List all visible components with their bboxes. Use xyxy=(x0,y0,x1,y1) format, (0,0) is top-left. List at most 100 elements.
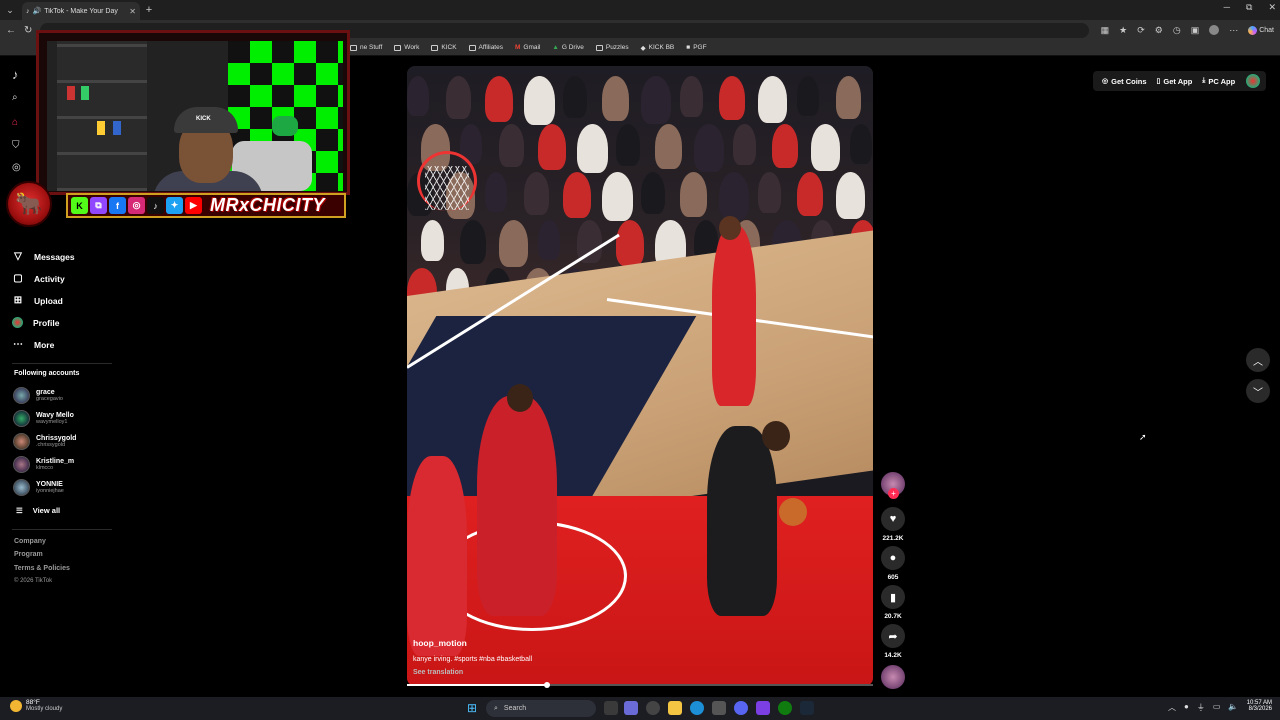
bookmark-label: ne Stuff xyxy=(360,44,383,51)
taskbar-clock[interactable]: 10:57 AM 8/3/2026 xyxy=(1240,700,1272,712)
home-icon[interactable]: ⌂ xyxy=(12,117,26,131)
share-button[interactable]: ➦ xyxy=(881,624,905,648)
bookmark-item[interactable]: ■ PGF xyxy=(686,44,706,51)
file-explorer-icon[interactable] xyxy=(668,701,682,715)
like-button[interactable]: ♥ xyxy=(881,507,905,531)
controller-icon xyxy=(272,116,298,136)
video-progress-bar[interactable] xyxy=(407,682,873,688)
chevron-up-icon: ︿ xyxy=(1253,356,1263,368)
sidebar-item-more[interactable]: ⋯ More xyxy=(12,339,54,350)
follow-plus-icon[interactable]: + xyxy=(888,488,899,499)
get-coins-button[interactable]: ◎ Get Coins xyxy=(1099,77,1150,86)
back-arrow-icon[interactable]: ← xyxy=(6,25,16,36)
bookmark-item[interactable]: ▲ G Drive xyxy=(552,44,583,51)
messages-icon: ▽ xyxy=(14,251,22,262)
sidebar-item-messages[interactable]: ▽ Messages xyxy=(12,251,75,262)
app-available-icon[interactable]: ▦ xyxy=(1101,25,1110,36)
profile-avatar-icon[interactable] xyxy=(1209,25,1220,35)
reload-icon[interactable]: ↻ xyxy=(24,25,32,36)
browser-tab-tiktok[interactable]: ♪ 🔊 TikTok - Make Your Day ✕ xyxy=(22,2,140,20)
following-account-item[interactable]: YONNIE iyonniejhae xyxy=(13,479,64,496)
progress-knob[interactable] xyxy=(543,682,550,688)
shop-icon[interactable]: ⛉ xyxy=(12,140,26,154)
collections-icon[interactable]: ▣ xyxy=(1191,25,1200,36)
copilot-chat-button[interactable]: Chat xyxy=(1248,25,1274,35)
taskbar-search[interactable]: ⌕ Search xyxy=(486,700,596,717)
account-handle: wavymelloy1 xyxy=(36,419,68,425)
tab-close-icon[interactable]: ✕ xyxy=(129,7,136,16)
explore-icon[interactable]: ◎ xyxy=(12,162,26,176)
twitch-icon: ⧉ xyxy=(90,197,107,214)
view-all-button[interactable]: ☰ View all xyxy=(16,506,60,515)
video-player[interactable] xyxy=(407,66,873,686)
search-icon[interactable]: ⌕ xyxy=(12,92,26,106)
xbox-icon[interactable] xyxy=(778,701,792,715)
history-icon[interactable]: ◷ xyxy=(1173,25,1181,36)
tab-actions-menu[interactable]: ⌄ xyxy=(0,0,20,20)
volume-icon[interactable]: 🔈 xyxy=(1228,702,1238,713)
app-icon[interactable] xyxy=(756,701,770,715)
sound-disc-avatar[interactable] xyxy=(881,665,905,689)
webcam-feed: KICK xyxy=(47,41,343,191)
comment-button[interactable]: ● xyxy=(881,546,905,570)
windows-start-icon[interactable]: ⊞ xyxy=(467,701,477,715)
weather-widget[interactable]: 88°F Mostly cloudy xyxy=(10,699,62,712)
restore-button[interactable]: ⧉ xyxy=(1246,2,1252,13)
bookmark-item[interactable]: ne Stuff xyxy=(350,44,382,51)
sidebar-item-activity[interactable]: ▢ Activity xyxy=(12,273,64,284)
display-icon[interactable]: ▭ xyxy=(1213,702,1221,713)
bookmark-item[interactable]: KICK xyxy=(431,44,457,51)
previous-video-button[interactable]: ︿ xyxy=(1246,348,1270,372)
bookmark-item[interactable]: Puzzles xyxy=(595,44,629,51)
video-author-username[interactable]: hoop_motion xyxy=(413,638,467,648)
footer-link-company[interactable]: Company xyxy=(14,538,46,545)
steam-icon[interactable] xyxy=(800,701,814,715)
refresh-extension-icon[interactable]: ⟳ xyxy=(1137,25,1145,36)
favorite-star-icon[interactable]: ★ xyxy=(1119,25,1127,36)
footer-link-program[interactable]: Program xyxy=(14,551,43,558)
user-avatar[interactable] xyxy=(1246,74,1261,88)
store-icon[interactable] xyxy=(712,701,726,715)
close-window-button[interactable]: ✕ xyxy=(1268,2,1276,13)
save-button[interactable]: ▮ xyxy=(881,585,905,609)
mic-icon[interactable]: ⏚ xyxy=(1197,702,1205,713)
app-icon[interactable] xyxy=(624,701,638,715)
minimize-button[interactable]: ─ xyxy=(1224,2,1230,13)
bookmark-item[interactable]: M Gmail xyxy=(515,44,540,51)
following-account-item[interactable]: Wavy Mello wavymelloy1 xyxy=(13,410,74,427)
pc-app-button[interactable]: ⤓ PC App xyxy=(1199,77,1238,86)
mouse-cursor-icon: ➚ xyxy=(1139,432,1147,442)
task-view-icon[interactable] xyxy=(604,701,618,715)
sidebar-item-upload[interactable]: ⊞ Upload xyxy=(12,295,63,306)
crowd-person xyxy=(602,172,633,221)
edge-browser-icon[interactable] xyxy=(690,701,704,715)
chevron-up-icon[interactable]: ︿ xyxy=(1168,702,1176,713)
bookmark-item[interactable]: Work xyxy=(394,44,419,51)
new-tab-button[interactable]: + xyxy=(140,4,158,16)
tray-app-icon[interactable]: ● xyxy=(1184,702,1189,713)
shelf-item xyxy=(81,86,89,100)
bookmark-item[interactable]: ◆ KICK BB xyxy=(641,44,675,52)
see-translation-button[interactable]: See translation xyxy=(413,669,463,676)
following-account-item[interactable]: Kristline_m klmcco xyxy=(13,456,74,473)
discord-icon[interactable] xyxy=(734,701,748,715)
tab-audio-icon[interactable]: 🔊 xyxy=(33,7,42,15)
bookmark-label: Gmail xyxy=(523,44,541,51)
window-controls: ─ ⧉ ✕ xyxy=(1224,2,1276,13)
crowd-person xyxy=(694,124,724,172)
bookmark-item[interactable]: Affiliates xyxy=(468,44,503,51)
next-video-button[interactable]: ﹀ xyxy=(1246,379,1270,403)
following-account-item[interactable]: grace gracegavio xyxy=(13,387,63,404)
get-app-button[interactable]: ▯ Get App xyxy=(1154,77,1196,86)
get-coins-label: Get Coins xyxy=(1111,76,1147,86)
footer-link-terms[interactable]: Terms & Policies xyxy=(14,565,70,572)
settings-more-icon[interactable]: ⋯ xyxy=(1229,25,1238,36)
tiktok-logo-icon[interactable]: ♪ xyxy=(12,67,26,82)
app-icon[interactable] xyxy=(646,701,660,715)
following-account-item[interactable]: Chrissygold .chrissygold xyxy=(13,433,76,450)
browser-titlebar: ⌄ ♪ 🔊 TikTok - Make Your Day ✕ + ─ ⧉ ✕ xyxy=(0,0,1280,20)
extensions-icon[interactable]: ⚙ xyxy=(1155,25,1163,36)
crowd-person xyxy=(758,76,787,123)
weather-temp: 88°F xyxy=(26,699,40,706)
sidebar-item-profile[interactable]: Profile xyxy=(12,317,59,328)
